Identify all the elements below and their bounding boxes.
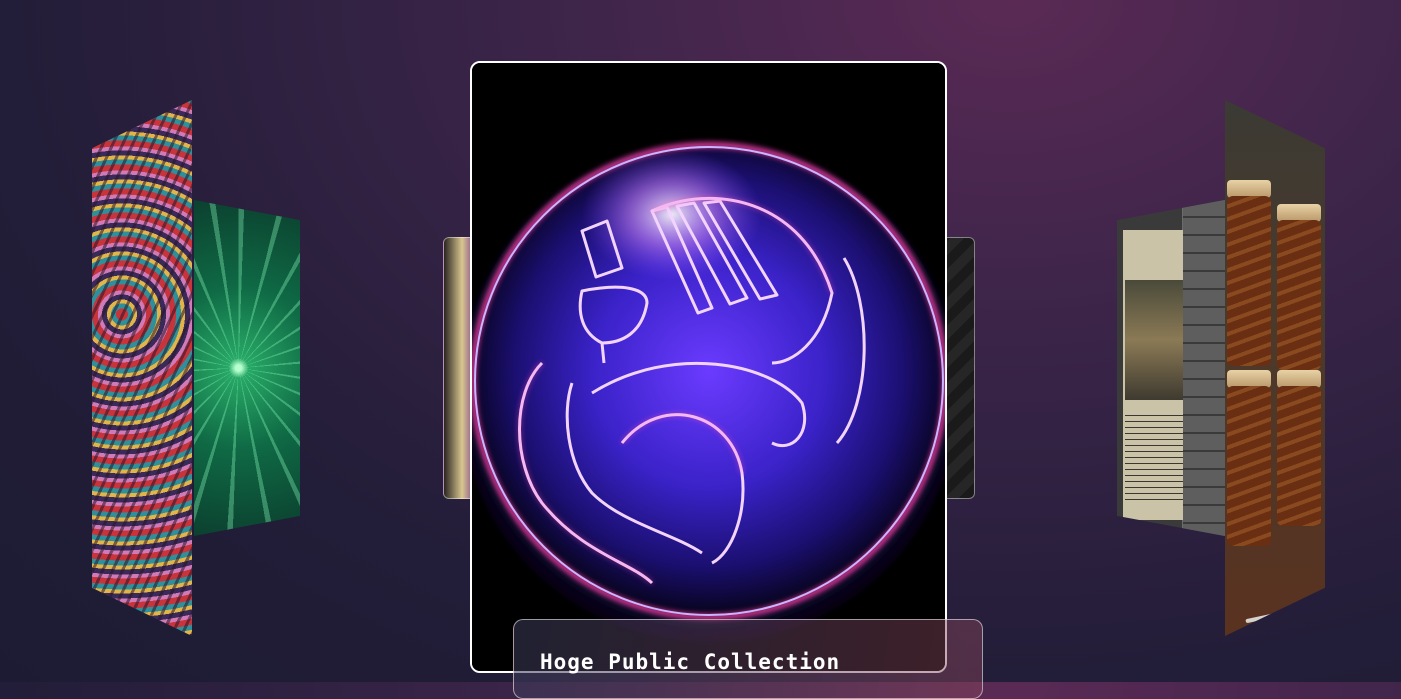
featured-card[interactable] — [470, 61, 947, 673]
collection-caption: Hoge Public Collection — [513, 619, 983, 699]
poster-text-block — [1125, 415, 1185, 505]
table-glare — [1245, 604, 1315, 624]
neon-toilet-logo-icon — [472, 63, 945, 671]
card-poster-warrior[interactable] — [1117, 200, 1225, 536]
collection-title[interactable]: Hoge Public Collection — [540, 650, 956, 674]
jar — [1277, 386, 1321, 526]
card-psychedelic-art[interactable] — [92, 100, 192, 636]
jar — [1277, 220, 1321, 370]
poster-photo — [1125, 280, 1185, 400]
jar — [1227, 196, 1271, 366]
jar — [1227, 386, 1271, 546]
wall-siding — [1183, 200, 1225, 536]
card-honey-jars[interactable] — [1225, 100, 1325, 636]
nft-carousel: Hoge Public Collection — [0, 0, 1401, 699]
card-green-starburst[interactable] — [194, 200, 300, 536]
